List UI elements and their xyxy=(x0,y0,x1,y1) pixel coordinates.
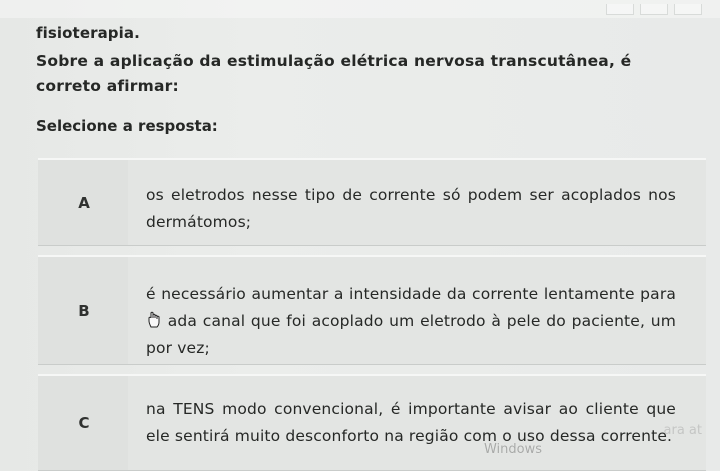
option-text-b-first: é necessário aumentar a intensidade da c… xyxy=(146,285,676,303)
hand-pointer-icon xyxy=(147,311,161,329)
windows-watermark: Windows xyxy=(483,442,542,457)
option-letter-c: C xyxy=(78,414,90,432)
maximize-button[interactable] xyxy=(640,3,668,15)
option-text-b-second: ada canal que foi acoplado um eletrodo à… xyxy=(146,312,676,357)
window-controls xyxy=(600,0,720,18)
close-button[interactable] xyxy=(674,3,702,15)
answer-option-c[interactable]: C na TENS modo convencional, é important… xyxy=(38,374,706,471)
question-title: fisioterapia. xyxy=(36,24,140,42)
answer-option-a[interactable]: A os eletrodos nesse tipo de corrente só… xyxy=(38,158,706,246)
ghost-overlay-text: ara at xyxy=(663,423,702,438)
option-text-b[interactable]: é necessário aumentar a intensidade da c… xyxy=(128,257,706,364)
page-background: fisioterapia. Sobre a aplicação da estim… xyxy=(0,0,720,471)
option-letter-a: A xyxy=(78,193,90,212)
minimize-button[interactable] xyxy=(606,3,634,15)
answer-option-b[interactable]: B é necessário aumentar a intensidade da… xyxy=(38,255,706,365)
option-letter-b: B xyxy=(78,301,90,320)
option-text-a[interactable]: os eletrodos nesse tipo de corrente só p… xyxy=(128,160,706,245)
question-body: Sobre a aplicação da estimulação elétric… xyxy=(36,52,632,95)
option-text-c[interactable]: na TENS modo convencional, é importante … xyxy=(128,376,706,470)
answer-prompt: Selecione a resposta: xyxy=(36,117,218,135)
